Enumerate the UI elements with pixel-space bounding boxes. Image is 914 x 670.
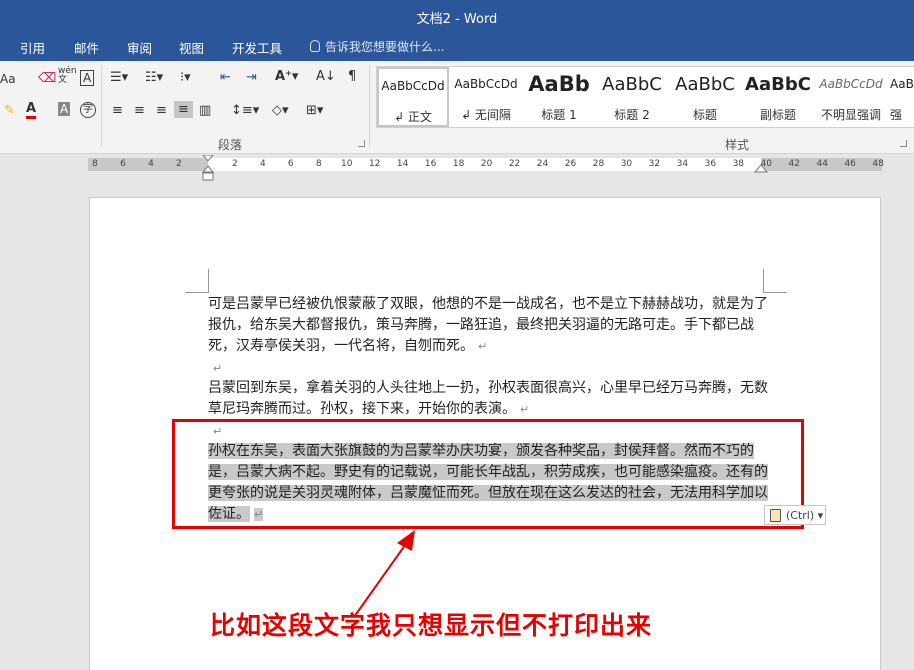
annotation-caption: 比如这段文字我只想显示但不打印出来 bbox=[210, 606, 652, 642]
annotation-arrow bbox=[0, 0, 914, 670]
